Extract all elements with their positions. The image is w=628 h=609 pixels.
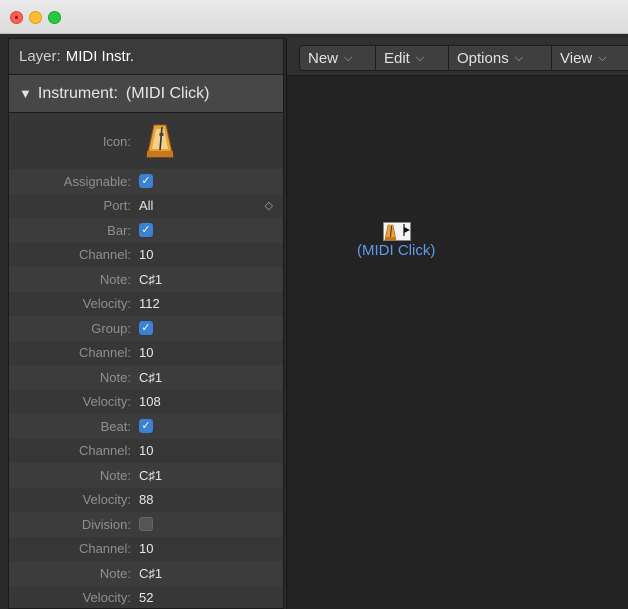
new-menu-label: New — [308, 49, 339, 67]
parameter-label: Velocity: — [82, 492, 131, 508]
options-menu[interactable]: Options ⌵ — [448, 45, 552, 71]
parameter-checkbox[interactable] — [139, 223, 153, 238]
parameter-row: Bar: — [9, 218, 283, 243]
parameter-value[interactable]: 10 — [135, 541, 153, 556]
parameter-row: Velocity: 52 — [9, 585, 283, 608]
title-bar — [0, 0, 628, 34]
layer-row[interactable]: Layer: MIDI Instr. — [9, 39, 283, 75]
parameter-label: Channel: — [78, 247, 131, 263]
instrument-name[interactable]: (MIDI Click) — [126, 85, 210, 103]
parameter-row: Velocity: 108 — [9, 389, 283, 414]
metronome-icon[interactable] — [145, 123, 175, 159]
edit-menu-label: Edit — [384, 49, 410, 67]
disclosure-triangle-icon[interactable]: ▼ — [19, 86, 32, 101]
chevron-down-icon: ⌵ — [598, 51, 607, 64]
parameter-label: Beat: — [100, 418, 131, 434]
parameter-checkbox[interactable] — [139, 517, 153, 532]
parameter-label: Port: — [103, 198, 131, 214]
parameter-value[interactable]: 10 — [135, 345, 153, 360]
parameter-label: Channel: — [78, 345, 131, 361]
parameter-row: Note: C♯1 — [9, 463, 283, 488]
parameter-row: Assignable: — [9, 169, 283, 194]
parameter-checkbox[interactable] — [139, 321, 153, 336]
parameter-row: Division: — [9, 512, 283, 537]
parameter-label: Note: — [99, 467, 131, 483]
parameter-row: Note: C♯1 — [9, 561, 283, 586]
environment-canvas[interactable]: (MIDI Click) — [287, 77, 628, 609]
port-select[interactable]: All — [135, 198, 153, 213]
new-menu[interactable]: New ⌵ — [299, 45, 376, 71]
instrument-header[interactable]: ▼ Instrument: (MIDI Click) — [9, 75, 283, 113]
parameter-label: Assignable: — [63, 173, 131, 189]
parameter-row: Velocity: 88 — [9, 487, 283, 512]
parameter-value[interactable]: 10 — [135, 443, 153, 458]
parameter-row: Group: — [9, 316, 283, 341]
parameter-value[interactable]: 88 — [135, 492, 153, 507]
parameter-label: Division: — [81, 516, 131, 532]
view-menu[interactable]: View ⌵ — [551, 45, 628, 71]
environment-area: New ⌵ Edit ⌵ Options ⌵ View ⌵ (MIDI Clic… — [286, 38, 628, 609]
inspector-panel: Layer: MIDI Instr. ▼ Instrument: (MIDI C… — [8, 38, 284, 609]
parameter-label: Velocity: — [82, 296, 131, 312]
parameter-label: Group: — [91, 320, 131, 336]
object-label[interactable]: (MIDI Click) — [357, 242, 435, 259]
parameter-row: Port: All ◇ — [9, 193, 283, 218]
minimize-window-button[interactable] — [29, 11, 42, 24]
chevron-down-icon: ⌵ — [415, 51, 425, 64]
layer-value[interactable]: MIDI Instr. — [66, 48, 134, 65]
local-menu-bar: New ⌵ Edit ⌵ Options ⌵ View ⌵ — [287, 38, 628, 76]
view-menu-label: View — [560, 49, 593, 67]
parameter-list: Assignable: Port: All ◇ Bar: Channel: 10 Note: C… — [9, 169, 283, 608]
parameter-label: Channel: — [78, 443, 131, 459]
zoom-window-button[interactable] — [48, 11, 61, 24]
close-window-button[interactable] — [10, 11, 23, 24]
parameter-row: Channel: 10 — [9, 536, 283, 561]
parameter-row: Channel: 10 — [9, 340, 283, 365]
chevron-down-icon: ⌵ — [514, 51, 524, 64]
edit-menu[interactable]: Edit ⌵ — [375, 45, 449, 71]
parameter-label: Note: — [99, 271, 131, 287]
icon-label: Icon: — [102, 133, 131, 149]
parameter-value[interactable]: 52 — [135, 590, 153, 605]
layer-label: Layer: — [19, 48, 61, 65]
parameter-label: Note: — [99, 565, 131, 581]
icon-row: Icon: — [9, 113, 283, 169]
parameter-checkbox[interactable] — [139, 174, 153, 189]
parameter-label: Velocity: — [82, 394, 131, 410]
parameter-checkbox[interactable] — [139, 419, 153, 434]
parameter-value[interactable]: 108 — [135, 394, 161, 409]
parameter-row: Note: C♯1 — [9, 267, 283, 292]
parameter-value[interactable]: C♯1 — [135, 468, 162, 483]
parameter-row: Note: C♯1 — [9, 365, 283, 390]
options-menu-label: Options — [457, 49, 509, 67]
parameter-value[interactable]: C♯1 — [135, 370, 162, 385]
parameter-label: Note: — [99, 369, 131, 385]
parameter-row: Channel: 10 — [9, 438, 283, 463]
parameter-label: Bar: — [107, 222, 131, 238]
parameter-row: Beat: — [9, 414, 283, 439]
parameter-label: Velocity: — [82, 590, 131, 606]
instrument-label: Instrument: — [37, 84, 118, 102]
chevron-down-icon: ⌵ — [344, 51, 353, 64]
parameter-value[interactable]: C♯1 — [135, 566, 162, 581]
parameter-row: Velocity: 112 — [9, 291, 283, 316]
parameter-row: Channel: 10 — [9, 242, 283, 267]
updown-arrows-icon[interactable]: ◇ — [265, 199, 273, 212]
parameter-value[interactable]: 112 — [135, 296, 160, 311]
parameter-value[interactable]: 10 — [135, 247, 153, 262]
parameter-value[interactable]: C♯1 — [135, 272, 162, 287]
environment-window: Layer: MIDI Instr. ▼ Instrument: (MIDI C… — [0, 34, 628, 609]
parameter-label: Channel: — [78, 541, 131, 557]
metronome-icon[interactable] — [383, 222, 411, 241]
